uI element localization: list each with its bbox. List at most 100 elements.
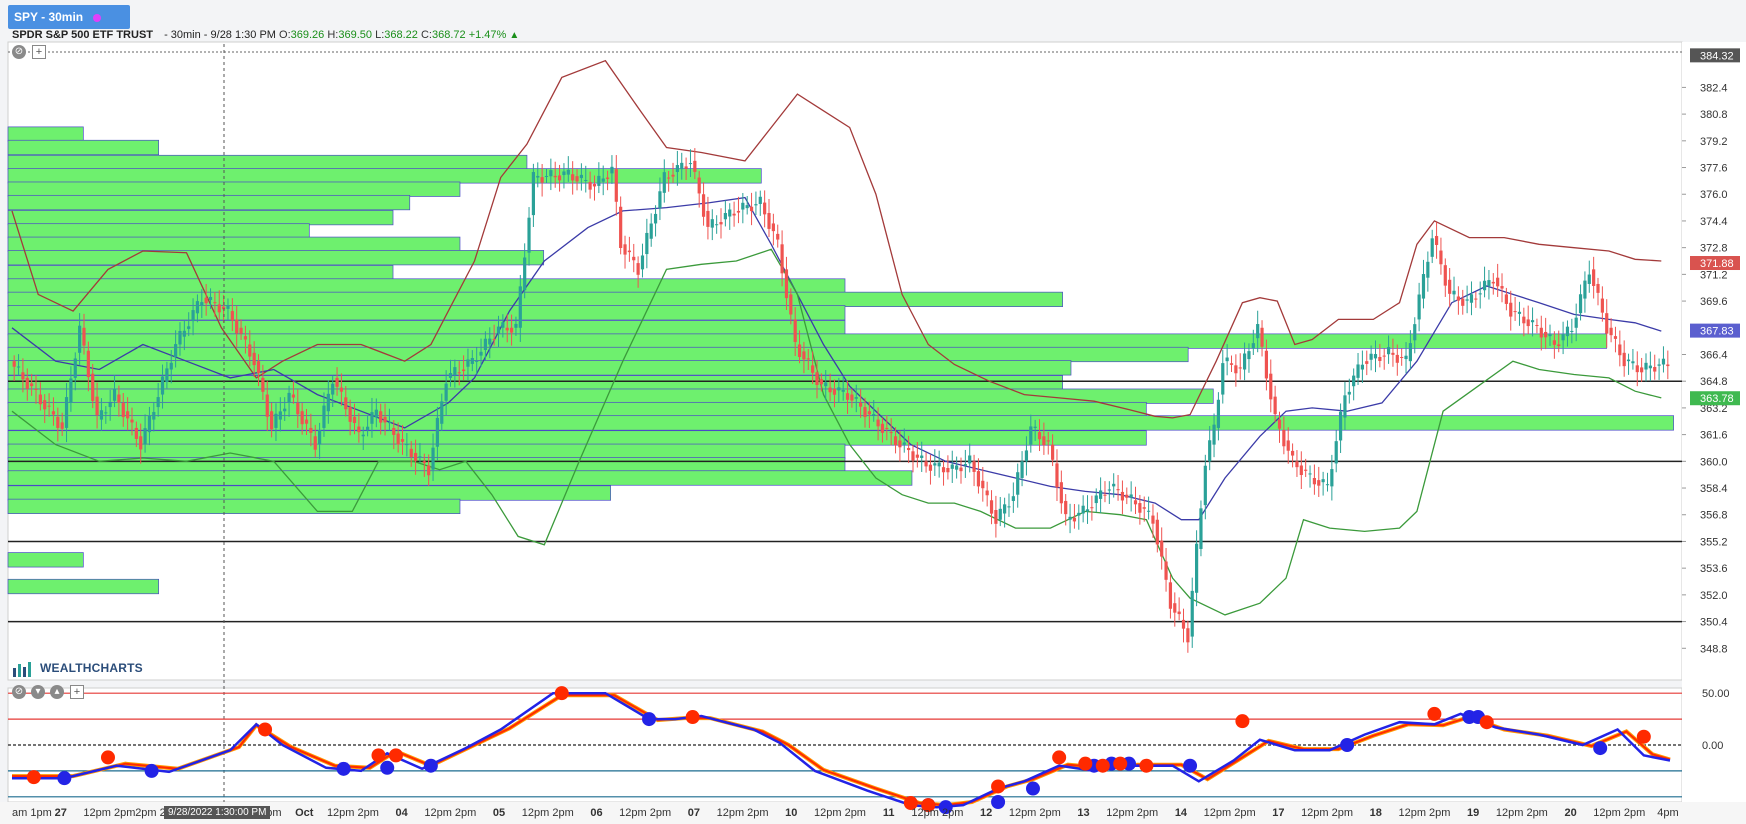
oscillator-bull-marker (336, 761, 351, 776)
candle-body (872, 414, 876, 416)
candle-body (876, 419, 880, 427)
candle-body (1478, 293, 1482, 295)
oscillator-bear-marker (1636, 729, 1651, 744)
candle-body (1029, 426, 1033, 445)
time-tick-label: 12pm 2pm (619, 807, 671, 819)
candle-body (1194, 543, 1199, 593)
candle-body (837, 387, 841, 391)
candle-body (994, 510, 998, 524)
candle-body (544, 175, 549, 177)
candle-body (1482, 280, 1487, 291)
candle-body (60, 422, 64, 429)
add-panel-icon[interactable]: + (32, 45, 46, 59)
candle-body (400, 439, 405, 442)
candle-body (523, 257, 527, 291)
move-down-icon[interactable]: ▾ (31, 685, 45, 699)
candle-body (819, 379, 823, 385)
candle-body (383, 416, 387, 423)
candle-body (684, 166, 688, 169)
candle-body (187, 326, 191, 329)
candle-body (1177, 611, 1181, 615)
tab-color-dot (93, 13, 102, 22)
candle-body (30, 383, 34, 387)
candle-body (313, 436, 317, 450)
oscillator-bear-marker (1095, 758, 1110, 773)
candle-body (1164, 561, 1168, 580)
candle-body (1203, 465, 1207, 506)
candle-body (1461, 298, 1465, 306)
candle-body (322, 405, 326, 428)
change-percent: +1.47% (468, 29, 507, 41)
candle-body (1325, 484, 1330, 486)
candle-body (946, 468, 950, 473)
volume-profile-bar (7, 265, 394, 281)
price-tick-label: 382.4 (1700, 82, 1728, 94)
candle-body (435, 417, 440, 447)
price-badge-label: 371.88 (1700, 258, 1734, 270)
candle-body (1168, 582, 1173, 609)
candle-body (1042, 436, 1046, 446)
candle-body (1644, 362, 1648, 370)
candle-body (1609, 327, 1613, 336)
candle-body (453, 367, 457, 376)
candle-body (619, 206, 623, 248)
candle-body (43, 400, 47, 410)
candle-body (1539, 327, 1543, 338)
candle-body (82, 327, 86, 346)
candle-body (1465, 299, 1469, 301)
candle-body (514, 323, 518, 328)
candle-body (427, 465, 431, 476)
candle-body (1517, 311, 1522, 314)
candle-body (365, 426, 370, 431)
volume-profile-bar (7, 305, 846, 321)
candle-body (357, 426, 361, 433)
candle-body (1626, 359, 1631, 362)
price-tick-label: 366.4 (1700, 349, 1728, 361)
time-tick-label: 12pm 2pm (522, 807, 574, 819)
tab-spy-30min[interactable]: SPY - 30min (8, 5, 130, 29)
price-tick-label: 374.4 (1700, 216, 1728, 228)
candle-body (540, 177, 544, 183)
move-up-icon[interactable]: ▴ (50, 685, 64, 699)
candle-body (723, 213, 727, 220)
remove-panel-icon[interactable]: ⊘ (12, 45, 26, 59)
candle-body (553, 175, 557, 178)
chart-window: 382.4 380.8 379.2 377.6 376.0 374.4 372.8 371.2… (0, 0, 1746, 824)
candle-body (501, 322, 505, 328)
candle-body (448, 373, 453, 378)
candle-body (811, 365, 815, 373)
low-value: 368.22 (384, 29, 418, 41)
candle-body (1557, 344, 1561, 347)
oscillator-tick-label: 0.00 (1702, 740, 1723, 752)
candle-body (610, 166, 614, 174)
time-tick-label: 07 (688, 807, 700, 819)
price-tick-label: 377.6 (1700, 163, 1728, 175)
candle-body (1452, 290, 1456, 295)
volume-profile-bar (7, 401, 1147, 418)
candle-body (1269, 373, 1273, 400)
candle-body (1190, 590, 1194, 637)
candle-body (1491, 281, 1495, 284)
price-chart[interactable]: 382.4 380.8 379.2 377.6 376.0 374.4 372.8 371.2… (0, 0, 1746, 824)
candle-body (16, 366, 21, 368)
candle-body (1360, 364, 1364, 370)
candle-body (1081, 505, 1085, 514)
candle-body (230, 311, 234, 321)
candle-body (470, 358, 474, 364)
candle-body (318, 430, 322, 445)
candle-body (1308, 473, 1312, 475)
volume-profile-bar (7, 320, 846, 336)
candle-body (182, 330, 186, 337)
volume-profile-bar (7, 250, 545, 266)
add-indicator-icon[interactable]: + (70, 685, 84, 699)
candle-body (1631, 361, 1635, 364)
candle-body (557, 175, 562, 181)
oscillator-bull-marker (423, 758, 438, 773)
candle-body (893, 436, 898, 446)
candle-body (1587, 274, 1591, 284)
remove-indicator-icon[interactable]: ⊘ (12, 685, 26, 699)
candle-body (601, 178, 605, 182)
candle-body (1151, 515, 1155, 524)
candle-body (1417, 294, 1421, 320)
candle-body (627, 250, 631, 253)
